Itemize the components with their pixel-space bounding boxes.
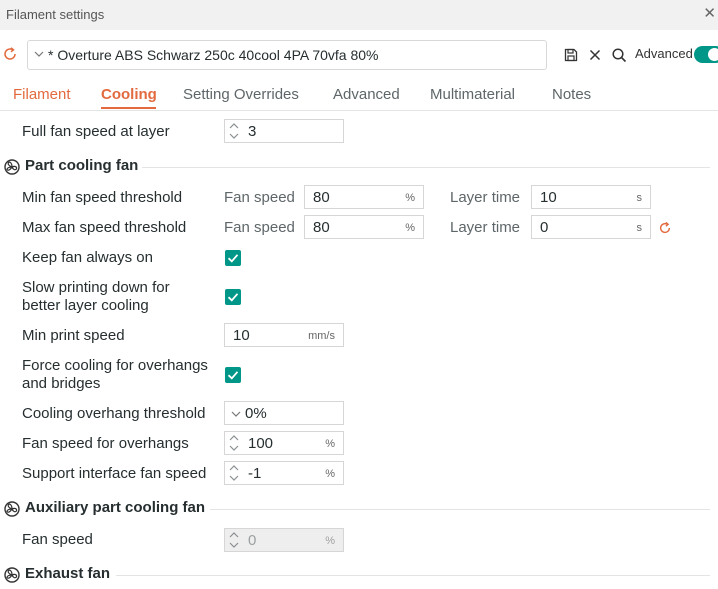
- unit-percent: %: [405, 222, 415, 234]
- min-print-speed-input[interactable]: 10 mm/s: [224, 323, 344, 347]
- toggle-knob: [708, 48, 718, 61]
- force-cooling-checkbox[interactable]: [225, 367, 241, 383]
- min-fan-speed-input[interactable]: 80 %: [304, 185, 424, 209]
- unit-seconds: s: [636, 192, 643, 204]
- spin-arrows-icon[interactable]: [229, 122, 239, 140]
- spin-arrows-icon[interactable]: [229, 464, 239, 482]
- slow-down-label: Slow printing down for better layer cool…: [22, 279, 170, 314]
- max-layer-time-input[interactable]: 0 s: [531, 215, 651, 239]
- support-interface-fan-label: Support interface fan speed: [22, 465, 207, 482]
- unit-mm-s: mm/s: [308, 330, 335, 342]
- section-title: Auxiliary part cooling fan: [25, 499, 206, 516]
- aux-fan-speed-value: 0: [248, 532, 257, 549]
- advanced-toggle[interactable]: [694, 46, 718, 63]
- support-interface-fan-input[interactable]: -1 %: [224, 461, 344, 485]
- fan-speed-sublabel: Fan speed: [224, 219, 295, 236]
- overhang-fan-speed-input[interactable]: 100 %: [224, 431, 344, 455]
- preset-toolbar: * Overture ABS Schwarz 250c 40cool 4PA 7…: [0, 40, 718, 70]
- tab-setting-overrides[interactable]: Setting Overrides: [183, 86, 299, 103]
- tab-notes[interactable]: Notes: [552, 86, 591, 103]
- active-tab-indicator: [101, 107, 156, 109]
- tab-advanced[interactable]: Advanced: [333, 86, 400, 103]
- fan-icon: [4, 159, 20, 175]
- fan-icon: [4, 567, 20, 583]
- min-layer-time-value: 10: [540, 189, 557, 206]
- layer-time-sublabel: Layer time: [450, 219, 521, 236]
- slow-down-checkbox[interactable]: [225, 289, 241, 305]
- min-print-speed-label: Min print speed: [22, 327, 125, 344]
- min-fan-threshold-label: Min fan speed threshold: [22, 189, 183, 206]
- aux-fan-speed-label: Fan speed: [22, 531, 93, 548]
- section-title: Exhaust fan: [25, 565, 111, 582]
- unit-percent: %: [405, 192, 415, 204]
- preset-select[interactable]: * Overture ABS Schwarz 250c 40cool 4PA 7…: [27, 40, 547, 70]
- max-fan-speed-value: 80: [313, 219, 330, 236]
- tab-cooling[interactable]: Cooling: [101, 86, 157, 103]
- fan-icon: [4, 501, 20, 517]
- spin-arrows-icon[interactable]: [229, 434, 239, 452]
- layer-time-sublabel: Layer time: [450, 189, 521, 206]
- overhang-fan-speed-label: Fan speed for overhangs: [22, 435, 189, 452]
- full-fan-speed-layer-value: 3: [248, 123, 257, 140]
- support-interface-fan-value: -1: [248, 465, 262, 482]
- unit-percent: %: [325, 468, 335, 480]
- window-title: Filament settings: [6, 7, 105, 22]
- fan-speed-sublabel: Fan speed: [224, 189, 295, 206]
- search-icon[interactable]: [611, 47, 627, 63]
- unit-percent: %: [325, 535, 335, 547]
- aux-fan-speed-input: 0 %: [224, 528, 344, 552]
- overhang-fan-speed-value: 100: [248, 435, 274, 452]
- tab-filament[interactable]: Filament: [13, 86, 71, 103]
- force-cooling-label: Force cooling for overhangs and bridges: [22, 357, 208, 392]
- chevron-down-icon: [231, 411, 241, 417]
- section-divider: [142, 167, 710, 168]
- reset-value-icon[interactable]: [658, 221, 672, 235]
- reset-preset-icon[interactable]: [2, 46, 18, 62]
- unit-seconds: s: [636, 222, 643, 234]
- advanced-label: Advanced: [635, 46, 693, 61]
- keep-fan-on-checkbox[interactable]: [225, 250, 241, 266]
- min-layer-time-input[interactable]: 10 s: [531, 185, 651, 209]
- overhang-threshold-label: Cooling overhang threshold: [22, 405, 206, 422]
- min-print-speed-value: 10: [233, 327, 250, 344]
- max-layer-time-value: 0: [540, 219, 549, 236]
- unit-percent: %: [325, 438, 335, 450]
- tab-multimaterial[interactable]: Multimaterial: [430, 86, 515, 103]
- full-fan-speed-layer-label: Full fan speed at layer: [22, 123, 170, 140]
- spin-arrows-icon: [229, 532, 239, 548]
- chevron-down-icon: [34, 51, 44, 57]
- preset-name: * Overture ABS Schwarz 250c 40cool 4PA 7…: [48, 47, 379, 63]
- close-icon[interactable]: ✕: [703, 4, 716, 22]
- max-fan-threshold-label: Max fan speed threshold: [22, 219, 187, 236]
- section-divider: [210, 509, 710, 510]
- section-title: Part cooling fan: [25, 157, 139, 174]
- delete-preset-icon[interactable]: [587, 47, 603, 63]
- keep-fan-on-label: Keep fan always on: [22, 249, 153, 266]
- section-divider: [116, 575, 710, 576]
- settings-tabs: Filament Cooling Setting Overrides Advan…: [0, 80, 718, 111]
- max-fan-speed-input[interactable]: 80 %: [304, 215, 424, 239]
- save-icon[interactable]: [563, 47, 579, 63]
- title-bar: Filament settings ✕: [0, 0, 718, 30]
- full-fan-speed-layer-input[interactable]: 3: [224, 119, 344, 143]
- min-fan-speed-value: 80: [313, 189, 330, 206]
- overhang-threshold-value: 0%: [245, 405, 267, 422]
- overhang-threshold-select[interactable]: 0%: [224, 401, 344, 425]
